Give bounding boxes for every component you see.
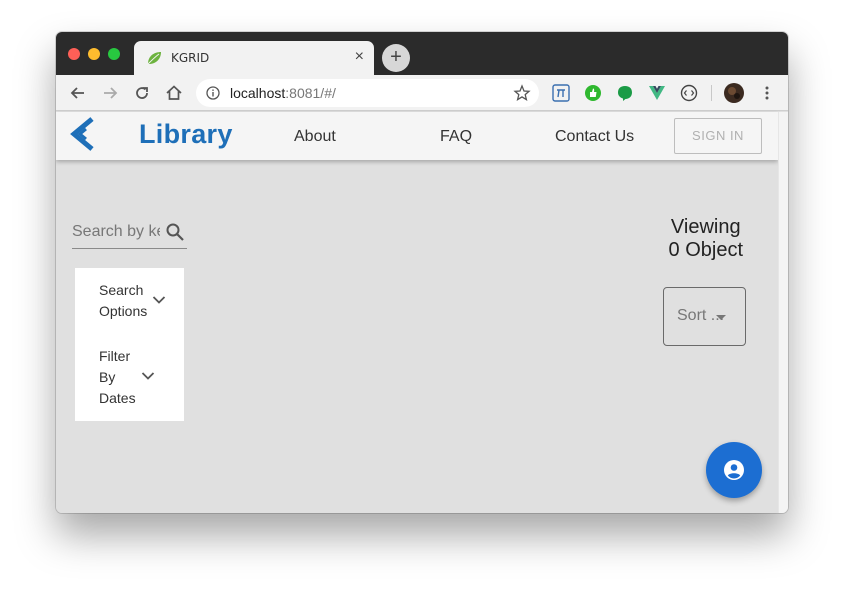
object-count: 0 Object — [668, 239, 743, 261]
browser-titlebar: KGRID × + — [56, 32, 788, 75]
bookmark-star-icon[interactable] — [513, 84, 531, 102]
browser-tab[interactable]: KGRID × — [134, 41, 374, 75]
browser-toolbar: localhost:8081/#/ — [56, 75, 788, 111]
thumbs-up-extension-icon[interactable] — [584, 84, 602, 102]
chevron-down-icon — [152, 296, 166, 304]
page-scrollbar[interactable] — [778, 112, 788, 513]
toolbar-divider — [711, 85, 712, 101]
close-window-button[interactable] — [68, 48, 80, 60]
forward-arrow-icon[interactable] — [100, 83, 120, 103]
back-arrow-icon[interactable] — [68, 83, 88, 103]
app-title[interactable]: Library — [139, 119, 233, 150]
result-count: Viewing 0 Object — [669, 216, 743, 262]
info-icon[interactable] — [206, 86, 220, 100]
search-options-label-line1: Search — [99, 282, 144, 298]
minimize-window-button[interactable] — [88, 48, 100, 60]
search-field — [72, 214, 187, 249]
url-text[interactable]: localhost:8081/#/ — [230, 85, 336, 101]
reload-icon[interactable] — [132, 83, 152, 103]
search-input[interactable] — [72, 220, 160, 244]
dropdown-arrow-icon — [716, 315, 726, 320]
filter-dates-label-line2: By — [99, 369, 116, 385]
search-icon[interactable] — [165, 222, 185, 242]
tab-close-icon[interactable]: × — [355, 47, 364, 67]
chevron-down-icon — [141, 372, 155, 380]
vue-devtools-icon[interactable] — [648, 84, 666, 102]
sign-in-button[interactable]: SIGN IN — [674, 118, 762, 154]
spring-leaf-icon — [147, 52, 161, 65]
code-extension-icon[interactable] — [680, 84, 698, 102]
filter-panel: Search Options Filter By Dates — [75, 268, 184, 421]
account-circle-icon — [724, 460, 744, 480]
app-header: Library About FAQ Contact Us SIGN IN — [56, 112, 778, 160]
viewing-label: Viewing — [670, 216, 741, 238]
filter-dates-label-line3: Dates — [99, 390, 136, 406]
new-tab-button[interactable]: + — [382, 44, 410, 72]
sort-select[interactable]: Sort ... — [663, 287, 746, 346]
search-options-label-line2: Options — [99, 303, 148, 319]
address-bar[interactable]: localhost:8081/#/ — [196, 79, 539, 107]
nav-about-link[interactable]: About — [294, 128, 336, 146]
filter-dates-label-line1: Filter — [99, 348, 131, 364]
tab-title: KGRID — [171, 51, 210, 65]
evernote-extension-icon[interactable] — [616, 84, 634, 102]
maximize-window-button[interactable] — [108, 48, 120, 60]
nav-contact-link[interactable]: Contact Us — [555, 128, 634, 146]
home-icon[interactable] — [164, 83, 184, 103]
kgrid-logo-icon[interactable] — [70, 117, 100, 151]
menu-dots-icon[interactable] — [758, 84, 776, 102]
profile-avatar[interactable] — [724, 83, 744, 103]
browser-window: KGRID × + localhost:8081/#/ Library Abou… — [56, 32, 788, 513]
nav-faq-link[interactable]: FAQ — [440, 128, 472, 146]
url-path: :8081/#/ — [285, 85, 336, 101]
pi-extension-icon[interactable] — [552, 84, 570, 102]
page-content: Library About FAQ Contact Us SIGN IN Sea… — [56, 112, 788, 513]
url-host: localhost — [230, 85, 286, 101]
account-fab-button[interactable] — [706, 442, 762, 498]
